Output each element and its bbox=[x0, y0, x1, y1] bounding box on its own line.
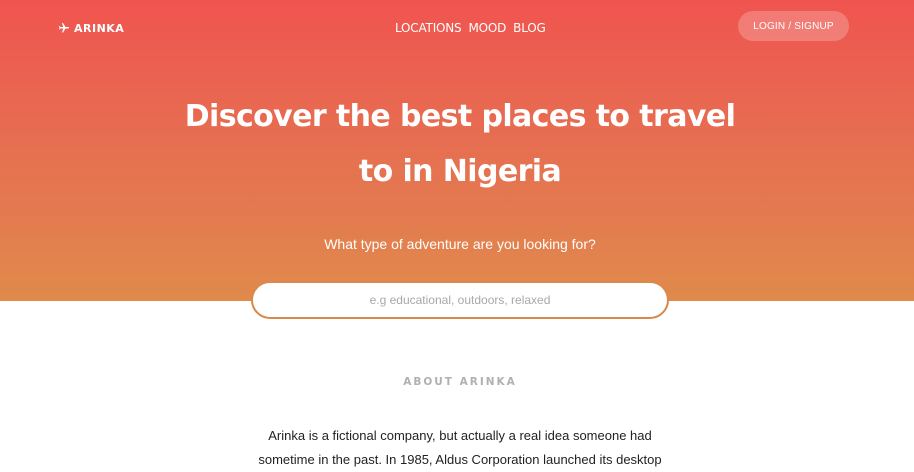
brand-name: ARINKA bbox=[74, 21, 125, 35]
airplane-icon bbox=[58, 22, 70, 34]
hero-section: ARINKA LOCATIONS MOOD BLOG LOGIN / SIGNU… bbox=[0, 0, 914, 301]
hero-title-line-1: Discover the best places to travel bbox=[184, 99, 736, 134]
nav-blog-link[interactable]: BLOG bbox=[513, 20, 546, 36]
about-heading: ABOUT ARINKA bbox=[403, 376, 517, 388]
hero-title-line-2: to in Nigeria bbox=[358, 154, 562, 189]
main-nav: LOCATIONS MOOD BLOG bbox=[395, 20, 546, 36]
about-text-line-1: Arinka is a fictional company, but actua… bbox=[268, 428, 652, 443]
login-signup-button[interactable]: LOGIN / SIGNUP bbox=[738, 11, 849, 41]
about-text-line-2: sometime in the past. In 1985, Aldus Cor… bbox=[258, 452, 662, 467]
brand-logo[interactable]: ARINKA bbox=[58, 20, 124, 36]
about-text: Arinka is a fictional company, but actua… bbox=[240, 424, 680, 472]
nav-locations-link[interactable]: LOCATIONS bbox=[395, 20, 462, 36]
nav-mood-link[interactable]: MOOD bbox=[468, 20, 506, 36]
hero-title: Discover the best places to travel to in… bbox=[160, 89, 760, 199]
adventure-search-input[interactable] bbox=[251, 281, 669, 319]
hero-subtitle: What type of adventure are you looking f… bbox=[324, 236, 596, 252]
